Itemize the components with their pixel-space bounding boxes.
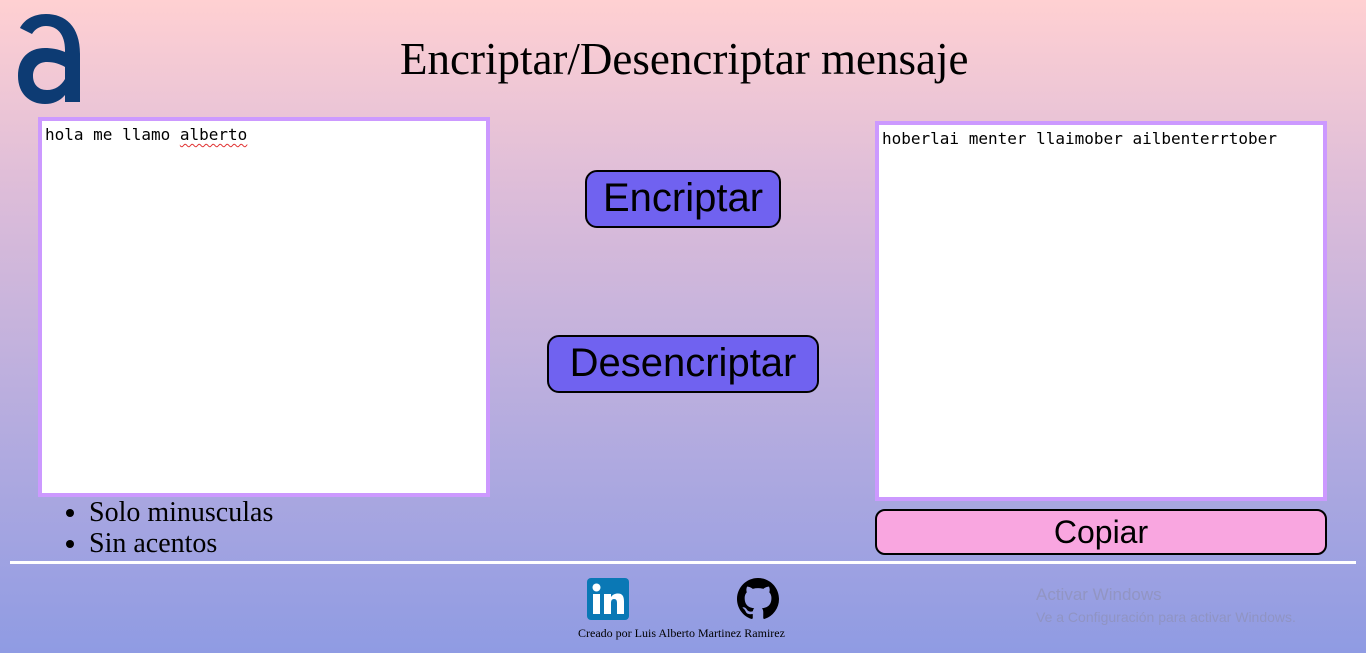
- github-icon[interactable]: [737, 578, 779, 620]
- rule-lowercase: Solo minusculas: [89, 497, 273, 528]
- author-credit: Creado por Luis Alberto Martinez Ramirez: [578, 626, 785, 640]
- page-title: Encriptar/Desencriptar mensaje: [400, 34, 969, 84]
- alura-logo-icon: [18, 14, 80, 104]
- input-rules-list: Solo minusculas Sin acentos: [48, 497, 273, 559]
- footer-divider: [10, 561, 1356, 564]
- message-input-misspelled-word: alberto: [179, 125, 248, 144]
- windows-activation-subtitle: Ve a Configuración para activar Windows.: [1036, 609, 1296, 625]
- copy-button[interactable]: Copiar: [875, 509, 1327, 555]
- windows-activation-title: Activar Windows: [1036, 585, 1162, 604]
- rule-no-accents: Sin acentos: [89, 528, 273, 559]
- message-input[interactable]: hola me llamo alberto: [38, 117, 490, 497]
- result-output[interactable]: hoberlai menter llaimober ailbenterrtobe…: [875, 121, 1327, 501]
- linkedin-icon[interactable]: [587, 578, 629, 620]
- decrypt-button[interactable]: Desencriptar: [547, 335, 819, 393]
- encrypt-button[interactable]: Encriptar: [585, 170, 781, 228]
- message-input-text: hola me llamo: [45, 125, 180, 144]
